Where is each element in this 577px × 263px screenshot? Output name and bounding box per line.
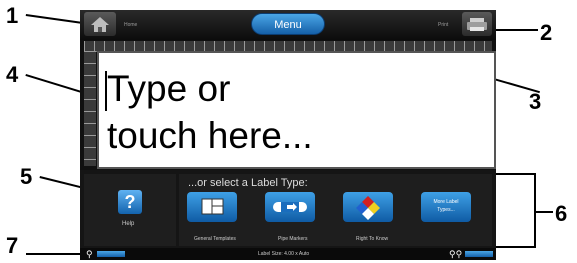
print-button[interactable] [462,12,492,36]
help-icon: ? [124,192,136,212]
general-templates-label: General Templates [194,236,236,242]
placeholder-line-1: Type or [107,68,231,109]
vertical-ruler [84,51,96,166]
right-to-know-label: Right To Know [356,236,389,242]
callout-7: 7 [6,233,19,258]
label-editor-canvas[interactable]: Type or touch here... [97,51,496,169]
placeholder-line-2: touch here... [107,115,313,156]
editor-placeholder: Type or touch here... [107,65,313,159]
help-label: Help [122,221,135,227]
callout-1: 1 [6,3,19,28]
callout-5: 5 [20,164,33,189]
bracket-bottom [496,246,536,248]
zoom-in-icon[interactable]: ⚲⚲ [449,249,462,259]
home-button[interactable] [84,12,116,36]
hazard-diamond-icon [356,196,380,220]
callout-7-line [26,253,84,255]
pipe-marker-icon [273,202,307,212]
callout-6: 6 [555,201,568,226]
zoom-in-slider[interactable] [465,251,493,257]
pipe-markers-label: Pipe Markers [278,236,308,242]
callout-4: 4 [6,62,19,87]
general-templates-button[interactable] [187,192,237,222]
label-type-title: ...or select a Label Type: [188,177,308,189]
bracket-top [496,173,536,175]
zoom-out-slider[interactable] [97,251,125,257]
callout-2-line [492,29,538,31]
help-button[interactable]: ? [118,190,142,214]
callout-6-line [536,211,553,213]
more-label-types-line-2: Types... [437,207,455,213]
right-to-know-button[interactable] [343,192,393,222]
home-label: Home [124,22,138,28]
callout-3: 3 [529,89,542,114]
printer-icon [467,18,487,31]
zoom-out-icon[interactable]: ⚲ [86,249,93,259]
more-label-types-line-1: More Label [433,199,459,205]
home-icon [91,17,109,32]
more-label-types-button[interactable]: More Label Types... [421,192,471,222]
callout-2: 2 [540,20,553,45]
callout-1-line [25,14,88,25]
template-icon [201,198,224,215]
print-label: Print [438,22,449,28]
pipe-markers-button[interactable] [265,192,315,222]
menu-button[interactable]: Menu [251,13,325,35]
more-label-types-text: More Label Types... [421,198,471,214]
label-size-status: Label Size: 4.00 x Auto [258,251,310,257]
